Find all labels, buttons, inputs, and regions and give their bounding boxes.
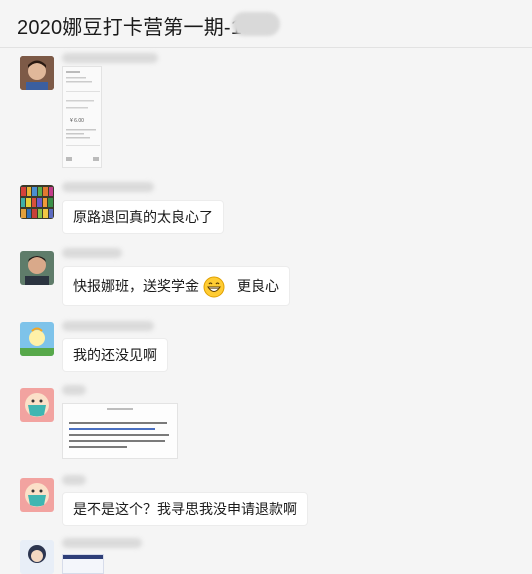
- avatar-cartoon-moon-icon: [20, 322, 54, 356]
- avatar-photo-icon: [20, 56, 54, 90]
- avatar-portrait-icon: [20, 251, 54, 285]
- avatar[interactable]: [20, 251, 54, 285]
- avatar[interactable]: [20, 540, 54, 574]
- avatar[interactable]: [20, 388, 54, 422]
- document-screenshot-icon: [63, 404, 177, 458]
- avatar[interactable]: [20, 56, 54, 90]
- grinning-emoji-icon: [203, 274, 225, 298]
- image-message[interactable]: [62, 403, 178, 459]
- message-bubble[interactable]: 我的还没见啊: [62, 338, 168, 372]
- chat-title: 2020娜豆打卡营第一期-1: [17, 17, 243, 39]
- avatar[interactable]: [20, 185, 54, 219]
- avatar-masked-face-icon: [20, 388, 54, 422]
- member-count-blurred: [232, 12, 280, 36]
- avatar[interactable]: [20, 478, 54, 512]
- message-text: 是不是这个？我寻思我没申请退款啊: [73, 501, 297, 517]
- message-bubble[interactable]: 原路退回真的太良心了: [62, 200, 224, 234]
- avatar-masked-face-icon: [20, 478, 54, 512]
- sender-name-blurred: [62, 321, 154, 331]
- image-message[interactable]: [62, 554, 104, 574]
- avatar[interactable]: [20, 322, 54, 356]
- avatar-illustration-icon: [20, 540, 54, 574]
- receipt-amount: ¥ 6.00: [70, 118, 84, 124]
- message-text: 原路退回真的太良心了: [73, 209, 213, 225]
- message-text: 快报娜班，送奖学金: [73, 278, 199, 294]
- sender-name-blurred: [62, 385, 86, 395]
- sender-name-blurred: [62, 248, 122, 258]
- image-message[interactable]: ¥ 6.00: [62, 66, 102, 168]
- sender-name-blurred: [62, 475, 86, 485]
- message-text: 我的还没见啊: [73, 347, 157, 363]
- avatar-bookshelf-icon: [20, 185, 54, 219]
- message-bubble[interactable]: 快报娜班，送奖学金 更良心: [62, 266, 290, 306]
- message-text: 更良心: [237, 278, 279, 294]
- sender-name-blurred: [62, 182, 154, 192]
- message-bubble[interactable]: 是不是这个？我寻思我没申请退款啊: [62, 492, 308, 526]
- sender-name-blurred: [62, 53, 158, 63]
- image-thumbnail-icon: [63, 555, 103, 573]
- sender-name-blurred: [62, 538, 142, 548]
- chat-header: 2020娜豆打卡营第一期-1: [0, 0, 532, 48]
